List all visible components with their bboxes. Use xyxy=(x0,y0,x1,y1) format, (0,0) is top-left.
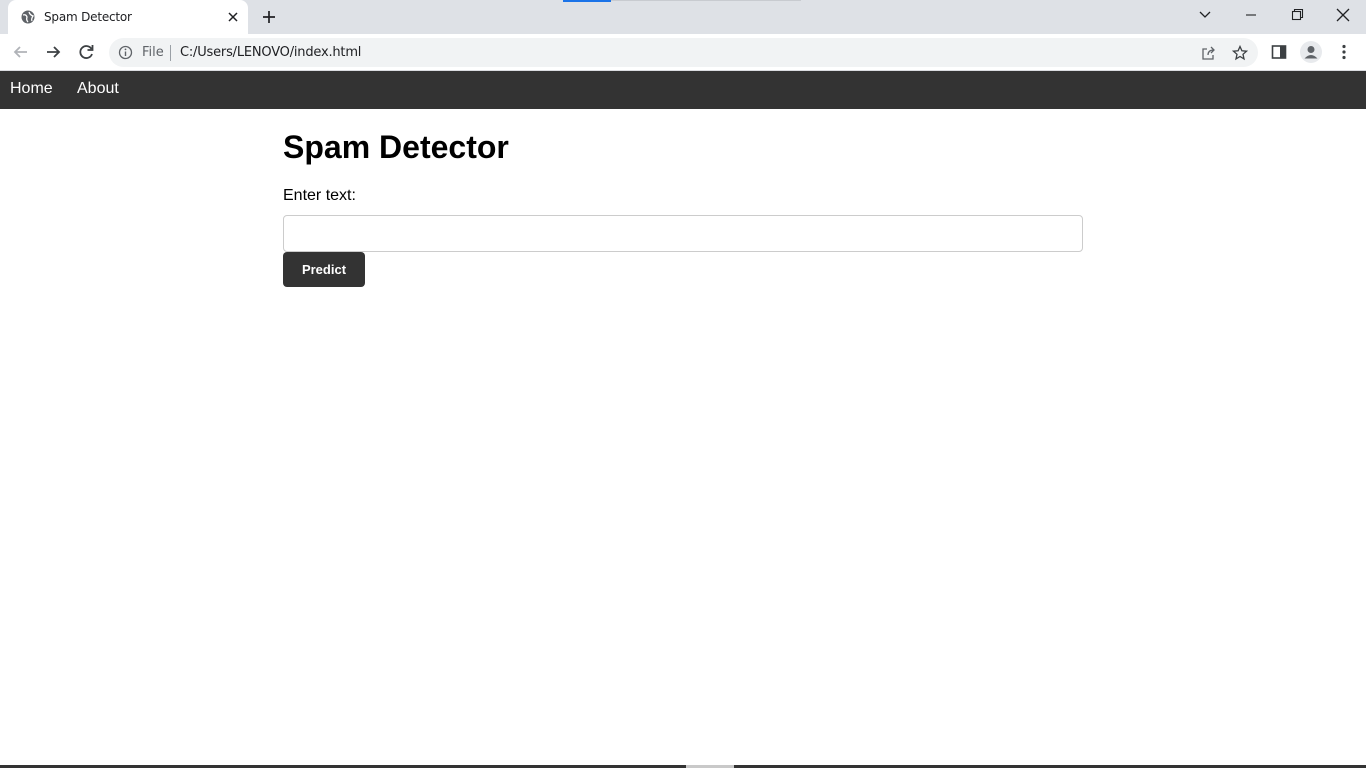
address-url[interactable]: C:/Users/LENOVO/index.html xyxy=(180,45,361,60)
nav-home-link[interactable]: Home xyxy=(10,80,53,98)
plus-icon[interactable] xyxy=(260,8,278,26)
nav-about-link[interactable]: About xyxy=(77,80,119,98)
address-separator xyxy=(170,45,171,61)
avatar xyxy=(1304,46,1318,59)
predict-button[interactable]: Predict xyxy=(283,252,365,287)
tab-strip: Spam Detector xyxy=(0,0,1366,34)
minimize-icon[interactable] xyxy=(1241,6,1261,24)
tab-strip-accent xyxy=(563,0,611,2)
page-viewport: Home About Spam Detector Enter text: Pre… xyxy=(0,71,1366,768)
share-icon[interactable] xyxy=(1200,45,1216,61)
kebab-menu-icon[interactable] xyxy=(1335,43,1353,61)
star-icon[interactable] xyxy=(1232,45,1248,61)
tab-strip-divider xyxy=(611,0,801,1)
close-window-icon[interactable] xyxy=(1333,6,1353,24)
browser-tab[interactable]: Spam Detector xyxy=(8,0,248,34)
address-bar[interactable]: File C:/Users/LENOVO/index.html xyxy=(109,38,1258,67)
profile-icon[interactable] xyxy=(1300,41,1322,63)
text-input-label: Enter text: xyxy=(283,187,356,204)
tab-title: Spam Detector xyxy=(44,10,132,24)
restore-icon[interactable] xyxy=(1287,6,1307,24)
site-navbar: Home About xyxy=(0,71,1366,109)
chevron-down-icon[interactable] xyxy=(1195,6,1215,24)
close-icon[interactable] xyxy=(226,10,240,24)
text-input[interactable] xyxy=(283,215,1083,252)
globe-icon xyxy=(21,10,35,24)
forward-arrow-icon[interactable] xyxy=(43,42,63,62)
browser-toolbar: File C:/Users/LENOVO/index.html xyxy=(0,34,1366,71)
page-title: Spam Detector xyxy=(283,129,509,165)
info-icon[interactable] xyxy=(118,45,133,60)
address-scheme: File xyxy=(142,45,164,60)
back-arrow-icon[interactable] xyxy=(11,42,31,62)
side-panel-icon[interactable] xyxy=(1270,43,1288,61)
reload-icon[interactable] xyxy=(76,42,96,62)
